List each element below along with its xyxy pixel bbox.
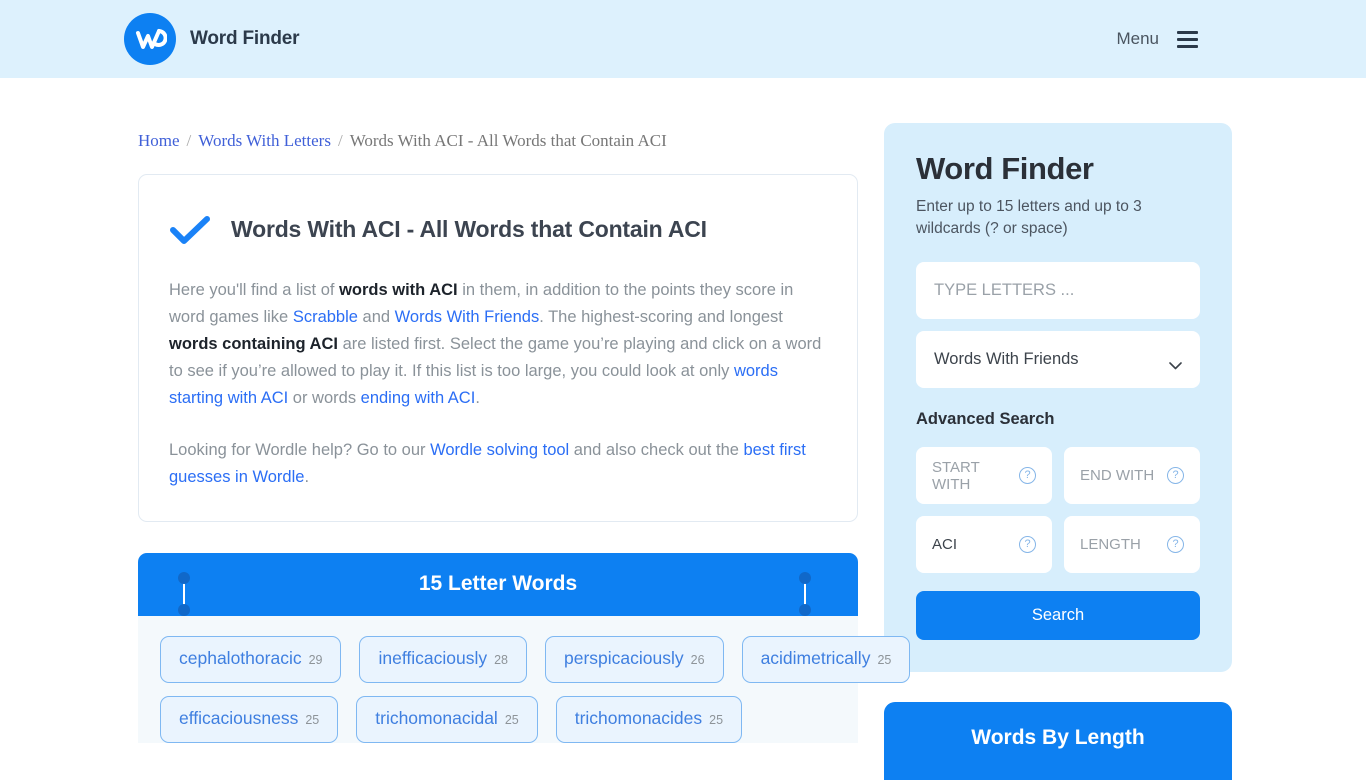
word-chip-score: 25 — [305, 712, 320, 727]
word-chip-rows: cephalothoracic 29 inefficaciously 28 perspi… — [160, 635, 911, 743]
wordle-solving-tool-link[interactable]: Wordle solving tool — [430, 441, 569, 459]
widget-subtitle: Enter up to 15 letters and up to 3 wildc… — [916, 198, 1142, 237]
checkmark-icon — [169, 215, 211, 245]
word-chip-label: acidimetrically — [760, 647, 871, 668]
intro-text: . — [475, 388, 480, 407]
word-finder-logo-icon — [124, 13, 176, 65]
word-chip[interactable]: cephalothoracic 29 — [160, 635, 342, 683]
word-chip-label: efficaciousness — [179, 707, 299, 728]
brand-logo-link[interactable]: Word Finder — [124, 13, 300, 65]
word-chip-label: cephalothoracic — [179, 647, 302, 668]
advanced-field-end-with[interactable]: END WITH? — [1064, 447, 1200, 504]
game-select-value: Words With Friends — [934, 350, 1079, 368]
words-panel-header: 15 Letter Words — [138, 552, 858, 616]
word-chip-row: cephalothoracic 29 inefficaciously 28 perspi… — [160, 635, 911, 683]
advanced-field-start-with[interactable]: START WITH? — [916, 447, 1052, 504]
intro-paragraph-1: Here you'll find a list of words with AC… — [169, 277, 827, 412]
words-by-length-title: Words By Length — [971, 726, 1145, 749]
breadcrumb-separator: / — [186, 131, 192, 150]
help-icon[interactable]: ? — [1167, 467, 1184, 484]
advanced-field-value: START WITH — [932, 458, 980, 493]
breadcrumb-current: Words With ACI - All Words that Contain … — [349, 131, 667, 150]
word-chip-score: 26 — [690, 652, 705, 667]
breadcrumb: Home / Words With Letters / Words With ACI -… — [138, 78, 858, 151]
help-icon[interactable]: ? — [1167, 536, 1184, 553]
menu-button[interactable]: Menu — [1116, 29, 1198, 49]
word-chip[interactable]: perspicaciously 26 — [545, 635, 724, 683]
main-column: Home / Words With Letters / Words With ACI -… — [138, 78, 911, 756]
words-with-friends-link[interactable]: Words With Friends — [395, 308, 540, 326]
page-body: Home / Words With Letters / Words With ACI -… — [0, 78, 1366, 780]
words-ending-with-link[interactable]: ending with ACI — [361, 389, 476, 407]
intro-text: or words — [288, 388, 361, 407]
word-finder-widget: Word Finder Enter up to 15 letters and u… — [884, 123, 1232, 672]
page-title: Words With ACI - All Words that Contain … — [231, 216, 707, 243]
chevron-down-icon — [1169, 356, 1182, 369]
intro-bold-words-with: words with ACI — [339, 280, 458, 299]
intro-bold-words-containing: words containing ACI — [169, 334, 338, 353]
word-chip-score: 25 — [709, 712, 724, 727]
word-chip-label: inefficaciously — [378, 647, 488, 668]
word-chip-label: perspicaciously — [564, 647, 684, 668]
advanced-field-aci[interactable]: ACI? — [916, 516, 1052, 573]
help-icon[interactable]: ? — [1019, 467, 1036, 484]
word-chip[interactable]: efficaciousness 25 — [160, 695, 339, 743]
menu-label: Menu — [1116, 29, 1159, 48]
hamburger-icon[interactable] — [1177, 30, 1198, 48]
words-by-length-panel: Words By Length — [884, 702, 1232, 780]
breadcrumb-home-link[interactable]: Home — [138, 131, 180, 150]
intro-text: and also check out the — [569, 440, 744, 459]
word-chip-label: trichomonacides — [574, 707, 703, 728]
advanced-field-length[interactable]: LENGTH? — [1064, 516, 1200, 573]
words-panel: 15 Letter Words cephalothoracic 29 ineffic… — [138, 552, 911, 743]
advanced-field-value: END WITH — [1080, 467, 1155, 484]
intro-text: . The highest-scoring and longest — [539, 307, 783, 326]
intro-card: Words With ACI - All Words that Contain … — [138, 174, 858, 522]
intro-text: Here you'll find a list of — [169, 280, 340, 299]
help-icon[interactable]: ? — [1019, 536, 1036, 553]
intro-text: . — [304, 467, 310, 486]
letters-input[interactable]: TYPE LETTERS ... — [916, 262, 1200, 319]
word-chip-score: 29 — [308, 652, 323, 667]
word-chip[interactable]: trichomonacidal 25 — [356, 695, 538, 743]
intro-body: Here you'll find a list of words with AC… — [169, 277, 827, 491]
game-select[interactable]: Words With Friends — [916, 331, 1200, 388]
letters-input-placeholder: TYPE LETTERS ... — [934, 281, 1075, 299]
advanced-search-title: Advanced Search — [916, 410, 1055, 428]
word-chip[interactable]: trichomonacides 25 — [555, 695, 743, 743]
word-chip-score: 28 — [494, 652, 509, 667]
word-chip-row: efficaciousness 25 trichomonacidal 25 tricho… — [160, 695, 836, 743]
intro-text: Looking for Wordle help? Go to our — [169, 440, 431, 459]
sidebar-column: Word Finder Enter up to 15 letters and u… — [884, 78, 1232, 780]
breadcrumb-parent-link[interactable]: Words With Letters — [198, 131, 331, 150]
intro-paragraph-2: Looking for Wordle help? Go to our Wordl… — [169, 437, 827, 491]
breadcrumb-separator: / — [337, 131, 343, 150]
word-chip-label: trichomonacidal — [375, 707, 498, 728]
widget-title: Word Finder — [916, 151, 1094, 186]
intro-header: Words With ACI - All Words that Contain … — [169, 201, 827, 259]
intro-text: and — [357, 307, 395, 326]
word-chip-area: cephalothoracic 29 inefficaciously 28 perspi… — [138, 571, 911, 743]
advanced-field-value: ACI — [932, 536, 958, 553]
advanced-field-value: LENGTH — [1080, 536, 1141, 553]
search-button[interactable]: Search — [916, 591, 1200, 640]
advanced-search-fields: START WITH? END WITH? ACI? LENGTH? — [916, 447, 1200, 573]
site-header: Word Finder Menu — [0, 0, 1366, 78]
brand-name: Word Finder — [190, 28, 300, 49]
word-chip[interactable]: inefficaciously 28 — [359, 635, 528, 683]
word-chip-score: 25 — [504, 712, 519, 727]
scrabble-link[interactable]: Scrabble — [293, 308, 358, 326]
word-chip[interactable]: acidimetrically 25 — [741, 635, 911, 683]
word-chip-score: 25 — [877, 652, 892, 667]
